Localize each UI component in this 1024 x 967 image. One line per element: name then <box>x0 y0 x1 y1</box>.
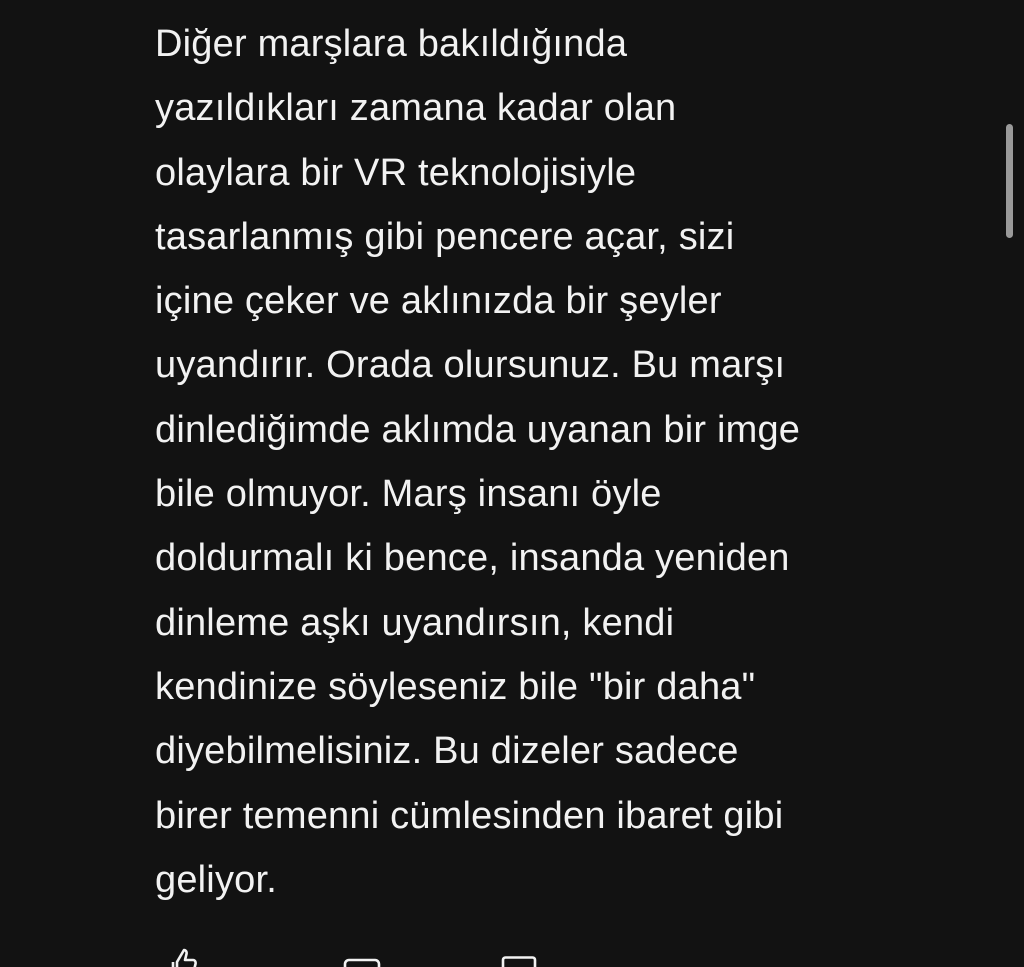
article-line: tasarlanmış gibi pencere açar, sizi <box>155 215 735 258</box>
reader-screen: Diğer marşlara bakıldığında yazıldıkları… <box>0 0 1024 967</box>
article-line: dinlediğimde aklımda uyanan bir imge <box>155 408 801 451</box>
action-bar <box>155 948 655 967</box>
scrollbar-thumb[interactable] <box>1006 124 1013 238</box>
article-line: geliyor. <box>155 858 278 901</box>
article-line: doldurmalı ki bence, insanda yeniden <box>155 537 790 580</box>
article-line: birer temenni cümlesinden ibaret gibi <box>155 794 784 837</box>
comment-icon <box>343 958 383 967</box>
like-button[interactable] <box>167 948 215 967</box>
article-line: Diğer marşlara bakıldığında <box>155 23 628 65</box>
article-line: olaylara bir VR teknolojisiyle <box>155 151 637 194</box>
article-line: yazıldıkları zamana kadar olan <box>155 87 677 130</box>
article-line: bile olmuyor. Marş insanı öyle <box>155 473 662 516</box>
comment-button[interactable] <box>343 958 383 967</box>
article-line: dinleme aşkı uyandırsın, kendi <box>155 601 675 644</box>
bookmark-button[interactable] <box>501 956 537 967</box>
article-line: uyandırır. Orada olursunuz. Bu marşı <box>155 344 786 387</box>
article-line: içine çeker ve aklınızda bir şeyler <box>155 280 722 323</box>
bookmark-icon <box>501 956 537 967</box>
thumbs-up-icon <box>167 948 197 967</box>
article-line: diyebilmelisiniz. Bu dizeler sadece <box>155 730 739 773</box>
article-line: kendinize söyleseniz bile "bir daha" <box>155 665 756 708</box>
article-body: Diğer marşlara bakıldığında yazıldıkları… <box>155 12 955 912</box>
